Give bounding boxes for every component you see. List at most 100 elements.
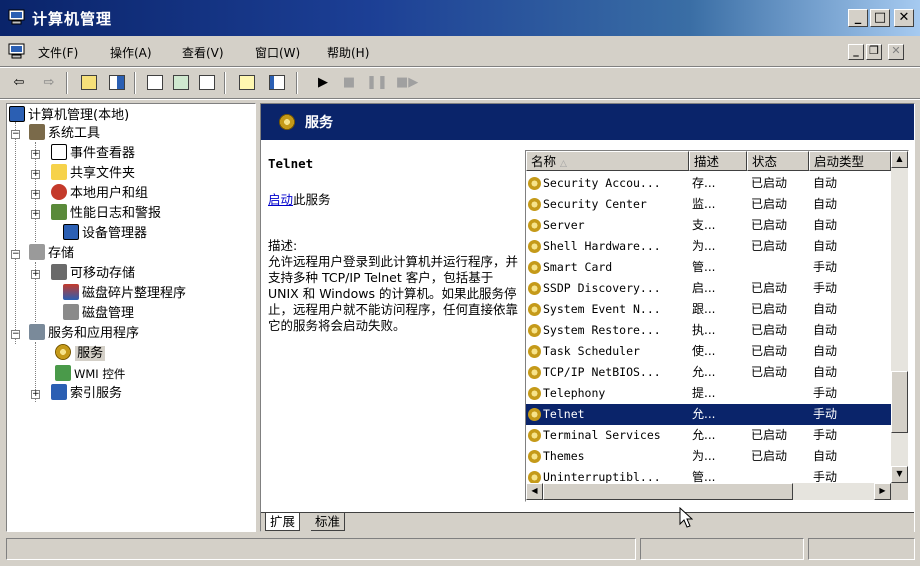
service-row[interactable]: Smart Card 管... 手动 <box>526 257 891 278</box>
service-name: Task Scheduler <box>528 341 686 362</box>
start-service-button[interactable]: ▶ <box>312 72 334 94</box>
expand-toggle[interactable]: + <box>31 170 40 179</box>
service-row[interactable]: Telephony 提... 手动 <box>526 383 891 404</box>
collapse-toggle[interactable]: − <box>11 130 20 139</box>
tree-item-defrag[interactable]: 磁盘碎片整理程序 <box>63 284 186 304</box>
tree-item-wmi[interactable]: WMI 控件 <box>55 364 125 384</box>
title-bar[interactable]: 计算机管理 _ □ ✕ <box>0 0 920 36</box>
column-header-name[interactable]: 名称 △ <box>526 151 689 171</box>
scroll-down-button[interactable]: ▼ <box>891 466 908 483</box>
service-row[interactable]: TCP/IP NetBIOS... 允... 已启动 自动 <box>526 362 891 383</box>
forward-button[interactable]: ⇨ <box>38 72 60 94</box>
service-gear-icon <box>528 240 541 253</box>
service-startup: 自动 <box>813 323 838 337</box>
menu-window[interactable]: 窗口(W) <box>255 44 300 61</box>
help-button[interactable] <box>236 72 258 94</box>
scroll-up-button[interactable]: ▲ <box>891 151 908 168</box>
tree-item-system-tools[interactable]: 系统工具 <box>29 124 100 144</box>
horizontal-scroll-thumb[interactable] <box>543 483 793 500</box>
expand-toggle[interactable]: + <box>31 270 40 279</box>
view-button[interactable] <box>266 72 288 94</box>
service-name: Themes <box>528 446 686 467</box>
expand-toggle[interactable]: + <box>31 390 40 399</box>
menu-file[interactable]: 文件(F) <box>38 44 78 61</box>
service-startup: 手动 <box>813 281 838 295</box>
service-row[interactable]: Themes 为... 已启动 自动 <box>526 446 891 467</box>
close-button[interactable]: ✕ <box>894 9 914 27</box>
maximize-button[interactable]: □ <box>870 9 890 27</box>
up-folder-button[interactable] <box>78 72 100 94</box>
tree-item-perf-logs[interactable]: 性能日志和警报 <box>51 204 161 224</box>
service-gear-icon <box>528 261 541 274</box>
service-desc: 允... <box>692 407 716 421</box>
tree-item-services-apps[interactable]: 服务和应用程序 <box>29 324 139 344</box>
console-tree[interactable]: 计算机管理(本地) − 系统工具 + 事件查看器 + 共享文件夹 + 本地用户和… <box>6 103 256 532</box>
service-row[interactable]: Security Center 监... 已启动 自动 <box>526 194 891 215</box>
tree-item-storage[interactable]: 存储 <box>29 244 74 264</box>
service-startup: 手动 <box>813 428 838 442</box>
service-description-panel: Telnet 启动此服务 描述: 允许远程用户登录到此计算机并运行程序，并支持多… <box>268 156 518 334</box>
expand-toggle[interactable]: + <box>31 190 40 199</box>
mdi-minimize-button[interactable]: _ <box>848 44 864 60</box>
service-status: 已启动 <box>751 176 788 190</box>
service-row[interactable]: Telnet 允... 手动 <box>526 404 891 425</box>
tree-item-device-manager[interactable]: 设备管理器 <box>63 224 147 244</box>
tree-item-disk-management[interactable]: 磁盘管理 <box>63 304 134 324</box>
export-list-button[interactable] <box>196 72 218 94</box>
minimize-button[interactable]: _ <box>848 9 868 27</box>
tree-item-event-viewer[interactable]: 事件查看器 <box>51 144 135 164</box>
service-name: Telnet <box>528 404 686 425</box>
service-row[interactable]: SSDP Discovery... 启... 已启动 手动 <box>526 278 891 299</box>
vertical-scrollbar[interactable]: ▲ ▼ <box>891 151 908 483</box>
column-header-status[interactable]: 状态 <box>747 151 809 171</box>
column-header-description[interactable]: 描述 <box>689 151 747 171</box>
device-manager-icon <box>63 224 79 240</box>
scroll-thumb[interactable] <box>891 371 908 433</box>
export-list-icon <box>199 75 215 90</box>
back-button[interactable]: ⇦ <box>8 72 30 94</box>
mdi-system-icon[interactable] <box>8 43 26 62</box>
service-row[interactable]: Terminal Services 允... 已启动 手动 <box>526 425 891 446</box>
tree-item-local-users[interactable]: 本地用户和组 <box>51 184 148 204</box>
expand-toggle[interactable]: + <box>31 210 40 219</box>
services-list[interactable]: 名称 △ 描述 状态 启动类型 Security Accou... 存... 已启动… <box>525 150 909 502</box>
service-row[interactable]: Shell Hardware... 为... 已启动 自动 <box>526 236 891 257</box>
show-tree-button[interactable] <box>106 72 128 94</box>
service-row[interactable]: Server 支... 已启动 自动 <box>526 215 891 236</box>
refresh-button[interactable] <box>170 72 192 94</box>
service-row[interactable]: System Event N... 跟... 已启动 自动 <box>526 299 891 320</box>
description-label: 描述: <box>268 238 298 253</box>
tree-root[interactable]: 计算机管理(本地) <box>9 106 129 126</box>
stop-service-button[interactable]: ■ <box>338 72 360 94</box>
service-row[interactable]: Security Accou... 存... 已启动 自动 <box>526 173 891 194</box>
service-desc: 启... <box>692 281 716 295</box>
expand-toggle[interactable]: + <box>31 150 40 159</box>
menu-help[interactable]: 帮助(H) <box>327 44 369 61</box>
tree-item-indexing[interactable]: 索引服务 <box>51 384 122 404</box>
service-row[interactable]: Task Scheduler 使... 已启动 自动 <box>526 341 891 362</box>
service-gear-icon <box>528 282 541 295</box>
start-service-link[interactable]: 启动 <box>268 192 293 207</box>
pause-service-button[interactable]: ❚❚ <box>366 72 388 94</box>
scroll-right-button[interactable]: ▶ <box>874 483 891 500</box>
tree-item-shared-folders[interactable]: 共享文件夹 <box>51 164 135 184</box>
tab-extended[interactable]: 扩展 <box>265 513 301 531</box>
scroll-left-button[interactable]: ◀ <box>526 483 543 500</box>
restart-service-button[interactable]: ■▶ <box>396 72 418 94</box>
menu-action[interactable]: 操作(A) <box>110 44 152 61</box>
mdi-close-button[interactable]: ✕ <box>888 44 904 60</box>
column-header-startup-type[interactable]: 启动类型 <box>809 151 891 171</box>
mouse-cursor-icon <box>679 506 694 532</box>
service-status: 已启动 <box>751 449 788 463</box>
menu-view[interactable]: 查看(V) <box>182 44 224 61</box>
tree-item-services[interactable]: 服务 <box>55 344 106 364</box>
tab-standard[interactable]: 标准 <box>311 513 346 531</box>
collapse-toggle[interactable]: − <box>11 330 20 339</box>
tree-item-removable-storage[interactable]: 可移动存储 <box>51 264 135 284</box>
mdi-restore-button[interactable]: ❐ <box>866 44 882 60</box>
collapse-toggle[interactable]: − <box>11 250 20 259</box>
horizontal-scrollbar[interactable]: ◀ ▶ <box>526 483 891 500</box>
properties-button[interactable] <box>144 72 166 94</box>
service-startup: 自动 <box>813 176 838 190</box>
service-row[interactable]: System Restore... 执... 已启动 自动 <box>526 320 891 341</box>
